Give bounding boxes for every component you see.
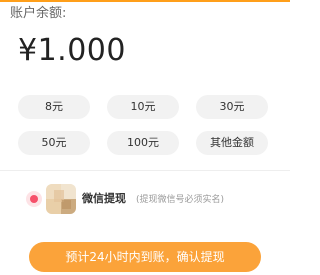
amount-option-8[interactable]: 8元 bbox=[18, 95, 90, 119]
divider bbox=[0, 170, 290, 171]
amount-option-10[interactable]: 10元 bbox=[107, 95, 179, 119]
top-accent-bar bbox=[0, 0, 290, 2]
withdraw-screen: 账户余额: ¥1.000 8元 10元 30元 50元 100元 其他金额 微信… bbox=[0, 0, 290, 275]
method-title: 微信提现 bbox=[82, 192, 126, 205]
amount-option-30[interactable]: 30元 bbox=[196, 95, 268, 119]
amount-option-100[interactable]: 100元 bbox=[107, 131, 179, 155]
wechat-icon bbox=[46, 184, 76, 214]
confirm-withdraw-button[interactable]: 预计24小时内到账，确认提现 bbox=[29, 242, 261, 272]
balance-label: 账户余额: bbox=[10, 6, 67, 21]
method-radio[interactable] bbox=[26, 191, 42, 207]
method-note: (提现微信号必须实名) bbox=[136, 195, 225, 205]
withdraw-method-row[interactable]: 微信提现 (提现微信号必须实名) bbox=[0, 180, 290, 220]
amount-option-50[interactable]: 50元 bbox=[18, 131, 90, 155]
balance-amount: ¥1.000 bbox=[18, 33, 126, 68]
amount-option-other[interactable]: 其他金额 bbox=[196, 131, 268, 155]
